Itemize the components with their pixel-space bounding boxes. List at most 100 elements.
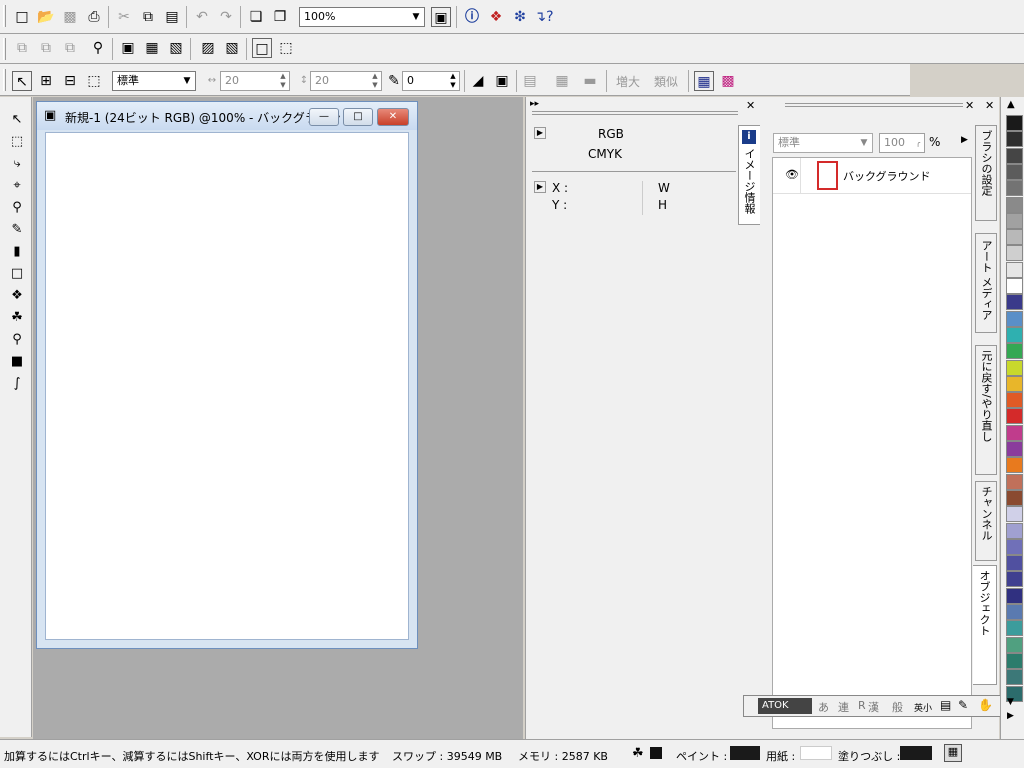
maximize-button[interactable]: □ <box>343 108 373 126</box>
select-all-icon[interactable]: ▣ <box>118 38 138 58</box>
color-swatch[interactable] <box>1006 131 1023 148</box>
mask-mode-add-icon[interactable]: ⊞ <box>36 71 56 91</box>
mask-subtract-icon[interactable]: ⧉ <box>60 38 80 58</box>
remove-mask-icon[interactable]: ▦ <box>142 38 162 58</box>
color-swatch[interactable] <box>1006 359 1023 376</box>
save-icon[interactable]: ▩ <box>60 7 80 27</box>
color-swatch[interactable] <box>1006 408 1023 425</box>
spin-arrows-icon[interactable]: ▲ ▼ <box>369 72 381 90</box>
height-field[interactable]: 20 ▲ ▼ <box>310 71 382 91</box>
color-swatch[interactable] <box>1006 587 1023 604</box>
rectangle-mask-tool-icon[interactable]: ⬚ <box>6 131 28 153</box>
color-swatch[interactable] <box>1006 261 1023 278</box>
tab-brush-settings[interactable]: ブラシの設定 <box>975 125 997 221</box>
color-channels-icon[interactable]: ▩ <box>718 71 738 91</box>
color-swatch[interactable] <box>1006 636 1023 653</box>
shape-tool-icon[interactable]: ■ <box>6 351 28 373</box>
eraser-tool-icon[interactable]: ▮ <box>6 241 28 263</box>
fit-window-icon[interactable]: ▣ <box>431 7 451 27</box>
spin-arrows-icon[interactable]: ▲ ▼ <box>277 72 289 90</box>
new-file-icon[interactable]: □ <box>12 7 32 27</box>
similar-button[interactable]: 類似 <box>654 73 678 90</box>
export-icon[interactable]: ❐ <box>270 7 290 27</box>
show-marquee-icon[interactable]: ▨ <box>198 38 218 58</box>
grid-mask-icon[interactable]: ▦ <box>694 71 714 91</box>
color-swatch[interactable] <box>1006 180 1023 197</box>
minimize-button[interactable]: — <box>309 108 339 126</box>
eye-icon[interactable]: 👁 <box>785 168 799 181</box>
color-swatch[interactable] <box>1006 392 1023 409</box>
close-docker-icon[interactable]: ✕ <box>965 99 974 112</box>
close-docker-icon[interactable]: ✕ <box>746 99 755 112</box>
fill-tool-icon[interactable]: ☘ <box>6 307 28 329</box>
mask-expand-icon[interactable]: ▦ <box>552 71 572 91</box>
fill-color-swatch[interactable] <box>900 746 932 760</box>
objects-menu-icon[interactable]: ▶ <box>961 135 968 145</box>
color-swatch[interactable] <box>1006 326 1023 343</box>
effect-tool-icon[interactable]: ⚲ <box>6 329 28 351</box>
color-swatch[interactable] <box>1006 229 1023 246</box>
ime-pen-icon[interactable]: ✎ <box>958 698 968 712</box>
mask-mode-subtract-icon[interactable]: ⊟ <box>60 71 80 91</box>
ime-hand-icon[interactable]: ✋ <box>978 698 993 712</box>
tab-image-info[interactable]: i イメージ情報 <box>738 125 760 225</box>
tab-objects[interactable]: オブジェクト <box>973 565 997 685</box>
color-swatch[interactable] <box>1006 310 1023 327</box>
ime-mode-button[interactable]: ATOK <box>758 698 812 714</box>
ime-char[interactable]: あ <box>818 699 829 715</box>
objects-mode-select[interactable]: 標準 ▼ <box>773 133 873 153</box>
zoom-tool-icon[interactable]: ⚲ <box>6 197 28 219</box>
mask-overlay-icon[interactable]: ▧ <box>222 38 242 58</box>
mode-select[interactable]: 標準 ▼ <box>112 71 196 91</box>
color-swatch[interactable] <box>1006 343 1023 360</box>
increase-button[interactable]: 増大 <box>616 73 640 90</box>
toolbar-grip[interactable] <box>3 38 6 60</box>
import-icon[interactable]: ❏ <box>246 7 266 27</box>
color-swatch[interactable] <box>1006 457 1023 474</box>
mask-add-icon[interactable]: ⧉ <box>36 38 56 58</box>
color-swatch[interactable] <box>1006 196 1023 213</box>
xy-expand-icon[interactable]: ▶ <box>534 181 546 193</box>
color-swatch[interactable] <box>1006 538 1023 555</box>
color-swatch[interactable] <box>1006 489 1023 506</box>
color-swatch[interactable] <box>1006 522 1023 539</box>
whats-this-help-icon[interactable]: ↴? <box>534 7 554 27</box>
ime-char[interactable]: 般 <box>892 699 903 715</box>
brush-tool-icon[interactable]: ∫ <box>6 373 28 395</box>
tab-undo-redo[interactable]: 元に戻す/やり直し <box>975 345 997 475</box>
paint-color-swatch[interactable] <box>730 746 760 760</box>
info-icon[interactable]: ⓘ <box>462 7 482 27</box>
rgb-expand-icon[interactable]: ▶ <box>534 127 546 139</box>
dotted-marquee-icon[interactable]: ⬚ <box>276 38 296 58</box>
toolbar-grip[interactable] <box>3 5 6 27</box>
opacity-slider-icon[interactable]: ╭ <box>912 134 924 152</box>
color-swatch[interactable] <box>1006 212 1023 229</box>
color-swatch[interactable] <box>1006 294 1023 311</box>
corel-tutor-icon[interactable]: ❖ <box>486 7 506 27</box>
ime-dictionary-icon[interactable]: ▤ <box>940 698 951 712</box>
tab-channels[interactable]: チャンネル <box>975 481 997 561</box>
mask-eyedropper-icon[interactable]: ⚲ <box>88 38 108 58</box>
color-swatch[interactable] <box>1006 473 1023 490</box>
status-grid-icon[interactable]: ▦ <box>944 744 962 762</box>
text-tool-icon[interactable]: ❖ <box>6 285 28 307</box>
expand-docker-icon[interactable]: ▸▸ <box>530 99 539 109</box>
color-swatch[interactable] <box>1006 669 1023 686</box>
list-item[interactable]: 👁 バックグラウンド <box>773 158 971 194</box>
color-swatch[interactable] <box>1006 620 1023 637</box>
color-swatch[interactable] <box>1006 571 1023 588</box>
invert-mask-icon[interactable]: ▧ <box>166 38 186 58</box>
color-swatch[interactable] <box>1006 441 1023 457</box>
rectangle-tool-icon[interactable]: □ <box>6 263 28 285</box>
lasso-tool-icon[interactable]: ⤷ <box>6 153 28 175</box>
ime-mode-label[interactable]: 英小 <box>914 701 932 714</box>
color-swatch[interactable] <box>1006 604 1023 620</box>
close-button[interactable]: ✕ <box>377 108 409 126</box>
color-swatch[interactable] <box>1006 245 1023 262</box>
color-swatch[interactable] <box>1006 506 1023 523</box>
mask-to-object-icon[interactable]: ▤ <box>520 71 540 91</box>
mask-reduce-icon[interactable]: ▬ <box>580 71 600 91</box>
spin-arrows-icon[interactable]: ▲ ▼ <box>447 72 459 90</box>
feather-icon[interactable]: ▣ <box>492 71 512 91</box>
undo-icon[interactable]: ↶ <box>192 7 212 27</box>
